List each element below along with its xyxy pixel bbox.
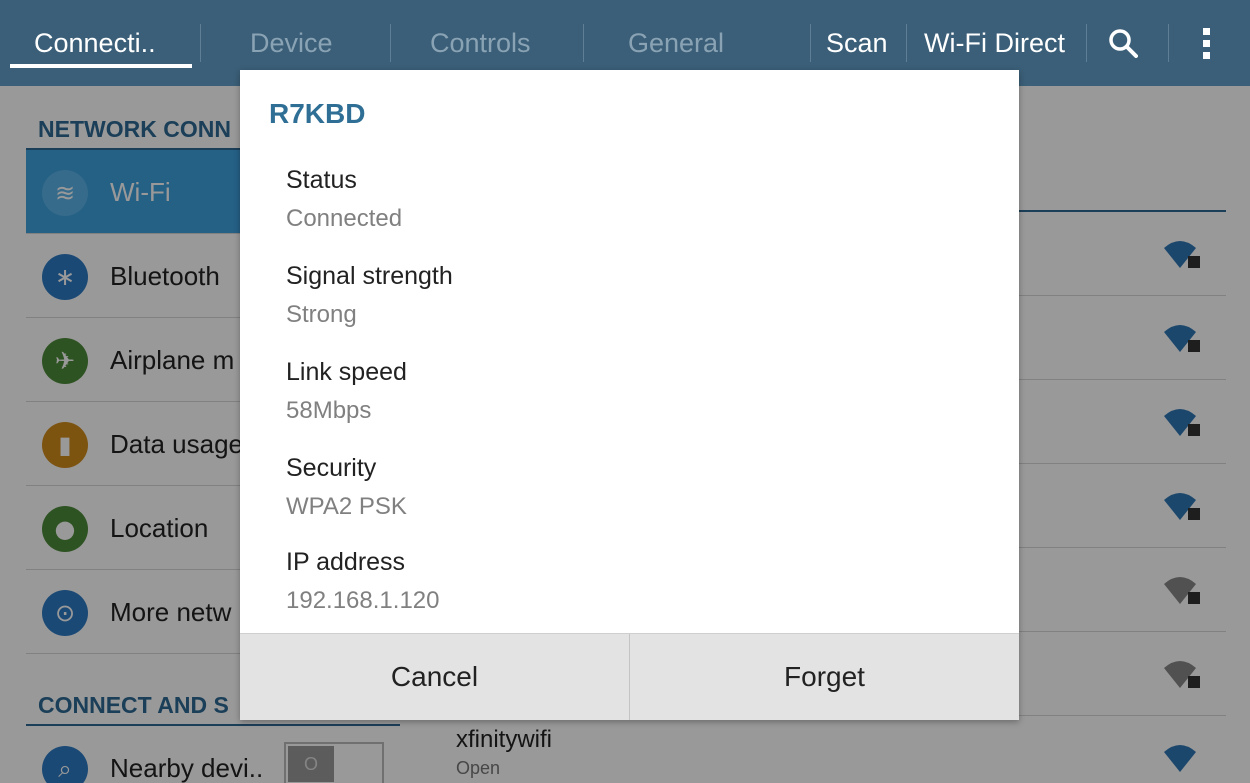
dialog-title: R7KBD xyxy=(269,98,366,129)
security-field: Security WPA2 PSK xyxy=(286,454,407,521)
status-field: Status Connected xyxy=(286,166,402,233)
tab-divider xyxy=(583,24,584,62)
field-label: Security xyxy=(286,454,377,482)
cancel-button[interactable]: Cancel xyxy=(240,634,629,720)
link-speed-field: Link speed 58Mbps xyxy=(286,358,407,425)
field-value: 192.168.1.120 xyxy=(286,587,440,614)
search-icon[interactable] xyxy=(1108,28,1138,58)
field-value: 58Mbps xyxy=(286,397,372,424)
field-label: Link speed xyxy=(286,358,407,386)
active-tab-indicator xyxy=(10,64,192,68)
field-value: Strong xyxy=(286,301,357,328)
field-value: WPA2 PSK xyxy=(286,493,407,520)
dialog-button-bar: Cancel Forget xyxy=(240,633,1019,720)
action-divider xyxy=(1086,24,1087,62)
tab-divider xyxy=(200,24,201,62)
ip-address-field: IP address 192.168.1.120 xyxy=(286,548,439,615)
action-divider xyxy=(810,24,811,62)
action-divider xyxy=(906,24,907,62)
tab-divider xyxy=(390,24,391,62)
signal-strength-field: Signal strength Strong xyxy=(286,262,453,329)
field-label: IP address xyxy=(286,548,406,576)
field-value: Connected xyxy=(286,205,403,232)
overflow-menu-icon[interactable] xyxy=(1200,26,1214,62)
network-info-dialog: R7KBD Status Connected Signal strength S… xyxy=(240,70,1019,720)
field-label: Status xyxy=(286,166,357,194)
tab-connections[interactable]: Connecti.. xyxy=(34,0,156,86)
field-label: Signal strength xyxy=(286,262,453,290)
action-divider xyxy=(1168,24,1169,62)
forget-button[interactable]: Forget xyxy=(630,634,1019,720)
